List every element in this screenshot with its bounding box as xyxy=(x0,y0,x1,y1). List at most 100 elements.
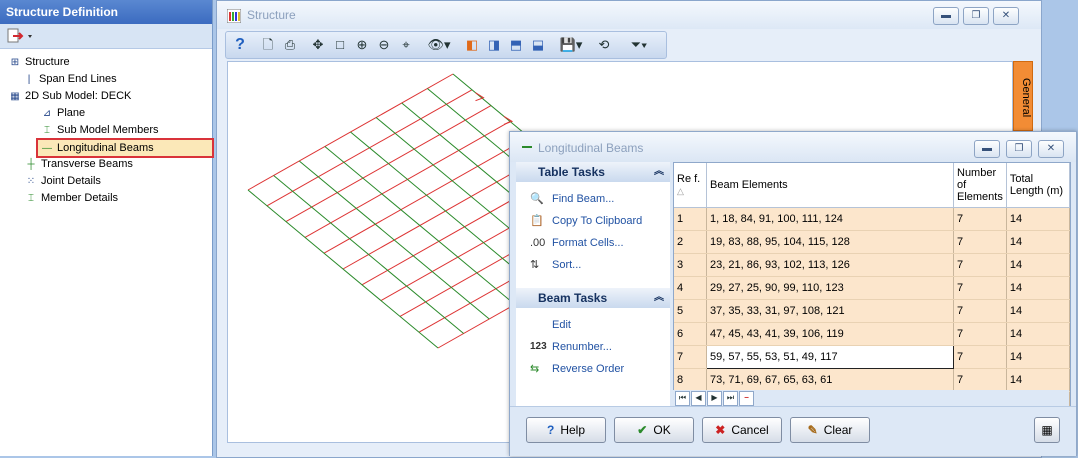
table-cell[interactable]: 1 xyxy=(674,207,707,231)
close-button[interactable]: ✕ xyxy=(993,7,1019,25)
cancel-button[interactable]: ✖ Cancel xyxy=(702,417,782,443)
help-button[interactable]: ? Help xyxy=(526,417,606,443)
table-cell[interactable]: 14 xyxy=(1006,345,1070,369)
tree-item-2d-sub-model-deck[interactable]: ▦ 2D Sub Model: DECK xyxy=(8,88,131,104)
find-beam-link[interactable]: 🔍 Find Beam... xyxy=(516,188,670,210)
dialog-restore-button[interactable]: ❐ xyxy=(1006,140,1032,158)
column-header-total-length[interactable]: Total Length (m) xyxy=(1006,163,1070,208)
column-header-ref[interactable]: Re f. △ xyxy=(674,163,707,208)
table-cell[interactable]: 7 xyxy=(953,322,1007,346)
print-icon[interactable]: ⎙ xyxy=(280,35,300,55)
tree-item-member-details[interactable]: ⌶ Member Details xyxy=(24,190,118,206)
table-cell[interactable]: 8 xyxy=(674,368,707,392)
table-cell[interactable]: 7 xyxy=(953,276,1007,300)
beam-tasks-header[interactable]: Beam Tasks ︽ xyxy=(516,288,670,308)
view-dropdown-icon[interactable]: 👁▾ xyxy=(424,35,454,55)
table-cell[interactable]: 14 xyxy=(1006,207,1070,231)
table-row[interactable]: 6 47, 45, 43, 41, 39, 106, 119 7 14 xyxy=(674,322,1070,346)
calculator-button[interactable]: ▦ xyxy=(1034,417,1060,443)
table-row[interactable]: 5 37, 35, 33, 31, 97, 108, 121 7 14 xyxy=(674,299,1070,323)
table-cell[interactable]: 14 xyxy=(1006,276,1070,300)
tree-item-longitudinal-beams[interactable]: — Longitudinal Beams xyxy=(36,138,214,158)
general-side-tab[interactable]: General xyxy=(1013,61,1033,131)
table-cell[interactable]: 14 xyxy=(1006,253,1070,277)
table-cell[interactable]: 2 xyxy=(674,230,707,254)
table-cell[interactable]: 7 xyxy=(953,253,1007,277)
next-record-icon[interactable]: ▶ xyxy=(707,391,722,406)
column-header-beam-elements[interactable]: Beam Elements xyxy=(706,163,954,208)
view-iso-icon[interactable]: ⬓ xyxy=(528,35,548,55)
table-cell[interactable]: 59, 57, 55, 53, 51, 49, 117 xyxy=(706,345,954,369)
help-icon[interactable]: ? xyxy=(230,35,250,55)
last-record-icon[interactable]: ⏭ xyxy=(723,391,738,406)
view-toolbar: ? 🗋 ⎙ ✥ □ ⊕ ⊖ ⌖ 👁▾ ◧ ◨ ⬒ ⬓ 💾▾ ⟲ ⏷▾ xyxy=(225,31,667,59)
table-cell[interactable]: 14 xyxy=(1006,368,1070,392)
delete-record-icon[interactable]: − xyxy=(739,391,754,406)
renumber-link[interactable]: 123 Renumber... xyxy=(516,336,670,358)
clear-button[interactable]: ✎ Clear xyxy=(790,417,870,443)
table-row[interactable]: 3 23, 21, 86, 93, 102, 113, 126 7 14 xyxy=(674,253,1070,277)
table-cell[interactable]: 14 xyxy=(1006,299,1070,323)
table-cell[interactable]: 47, 45, 43, 41, 39, 106, 119 xyxy=(706,322,954,346)
tree-item-plane[interactable]: ⊿ Plane xyxy=(40,105,85,121)
table-cell[interactable]: 7 xyxy=(953,368,1007,392)
table-cell[interactable]: 7 xyxy=(953,207,1007,231)
zoom-in-icon[interactable]: ⊕ xyxy=(352,35,372,55)
view-side-icon[interactable]: ◨ xyxy=(484,35,504,55)
minimize-button[interactable]: ▬ xyxy=(933,7,959,25)
first-record-icon[interactable]: ⏮ xyxy=(675,391,690,406)
tree-item-joint-details[interactable]: ⁙ Joint Details xyxy=(24,173,101,189)
restore-button[interactable]: ❐ xyxy=(963,7,989,25)
tree-item-sub-model-members[interactable]: ⌶ Sub Model Members xyxy=(40,122,159,138)
table-cell[interactable]: 7 xyxy=(674,345,707,369)
edit-link[interactable]: Edit xyxy=(516,314,670,336)
table-cell[interactable]: 14 xyxy=(1006,230,1070,254)
collapse-icon[interactable]: ︽ xyxy=(654,162,664,182)
tree-item-structure[interactable]: ⊞ Structure xyxy=(8,54,70,70)
select-box-icon[interactable]: □ xyxy=(330,35,350,55)
tree-item-transverse-beams[interactable]: ┼ Transverse Beams xyxy=(24,156,132,172)
print-preview-icon[interactable]: 🗋 xyxy=(258,35,278,55)
view-front-icon[interactable]: ◧ xyxy=(462,35,482,55)
table-cell[interactable]: 5 xyxy=(674,299,707,323)
filter-dropdown-icon[interactable]: ⏷▾ xyxy=(622,35,656,55)
sort-link[interactable]: ⇅ Sort... xyxy=(516,254,670,276)
tree-item-span-end-lines[interactable]: | Span End Lines xyxy=(22,71,117,87)
table-cell[interactable]: 73, 71, 69, 67, 65, 63, 61 xyxy=(706,368,954,392)
table-row[interactable]: 1 1, 18, 84, 91, 100, 111, 124 7 14 xyxy=(674,207,1070,231)
ok-button[interactable]: ✔ OK xyxy=(614,417,694,443)
table-cell[interactable]: 6 xyxy=(674,322,707,346)
joint-icon: ⁙ xyxy=(26,176,36,187)
table-cell[interactable]: 7 xyxy=(953,299,1007,323)
column-header-number-of-elements[interactable]: Number of Elements xyxy=(953,163,1007,208)
save-dropdown-icon[interactable]: 💾▾ xyxy=(556,35,586,55)
table-row[interactable]: 7 59, 57, 55, 53, 51, 49, 117 7 14 xyxy=(674,345,1070,369)
table-cell[interactable]: 4 xyxy=(674,276,707,300)
pan-icon[interactable]: ✥ xyxy=(308,35,328,55)
table-cell[interactable]: 7 xyxy=(953,345,1007,369)
table-row[interactable]: 8 73, 71, 69, 67, 65, 63, 61 7 14 xyxy=(674,368,1070,392)
zoom-out-icon[interactable]: ⊖ xyxy=(374,35,394,55)
previous-record-icon[interactable]: ◀ xyxy=(691,391,706,406)
reverse-order-link[interactable]: ⇆ Reverse Order xyxy=(516,358,670,380)
table-tasks-header[interactable]: Table Tasks ︽ xyxy=(516,162,670,182)
reset-view-icon[interactable]: ⟲ xyxy=(594,35,614,55)
table-cell[interactable]: 37, 35, 33, 31, 97, 108, 121 xyxy=(706,299,954,323)
table-cell[interactable]: 29, 27, 25, 90, 99, 110, 123 xyxy=(706,276,954,300)
format-cells-link[interactable]: .00 Format Cells... xyxy=(516,232,670,254)
dialog-close-button[interactable]: ✕ xyxy=(1038,140,1064,158)
table-row[interactable]: 4 29, 27, 25, 90, 99, 110, 123 7 14 xyxy=(674,276,1070,300)
table-cell[interactable]: 14 xyxy=(1006,322,1070,346)
dialog-minimize-button[interactable]: ▬ xyxy=(974,140,1000,158)
table-cell[interactable]: 23, 21, 86, 93, 102, 113, 126 xyxy=(706,253,954,277)
table-cell[interactable]: 1, 18, 84, 91, 100, 111, 124 xyxy=(706,207,954,231)
table-row[interactable]: 2 19, 83, 88, 95, 104, 115, 128 7 14 xyxy=(674,230,1070,254)
zoom-fit-icon[interactable]: ⌖ xyxy=(396,35,416,55)
table-cell[interactable]: 3 xyxy=(674,253,707,277)
table-cell[interactable]: 7 xyxy=(953,230,1007,254)
copy-clipboard-link[interactable]: 📋 Copy To Clipboard xyxy=(516,210,670,232)
export-dropdown-button[interactable] xyxy=(6,27,36,45)
table-cell[interactable]: 19, 83, 88, 95, 104, 115, 128 xyxy=(706,230,954,254)
view-top-icon[interactable]: ⬒ xyxy=(506,35,526,55)
collapse-icon[interactable]: ︽ xyxy=(654,288,664,308)
